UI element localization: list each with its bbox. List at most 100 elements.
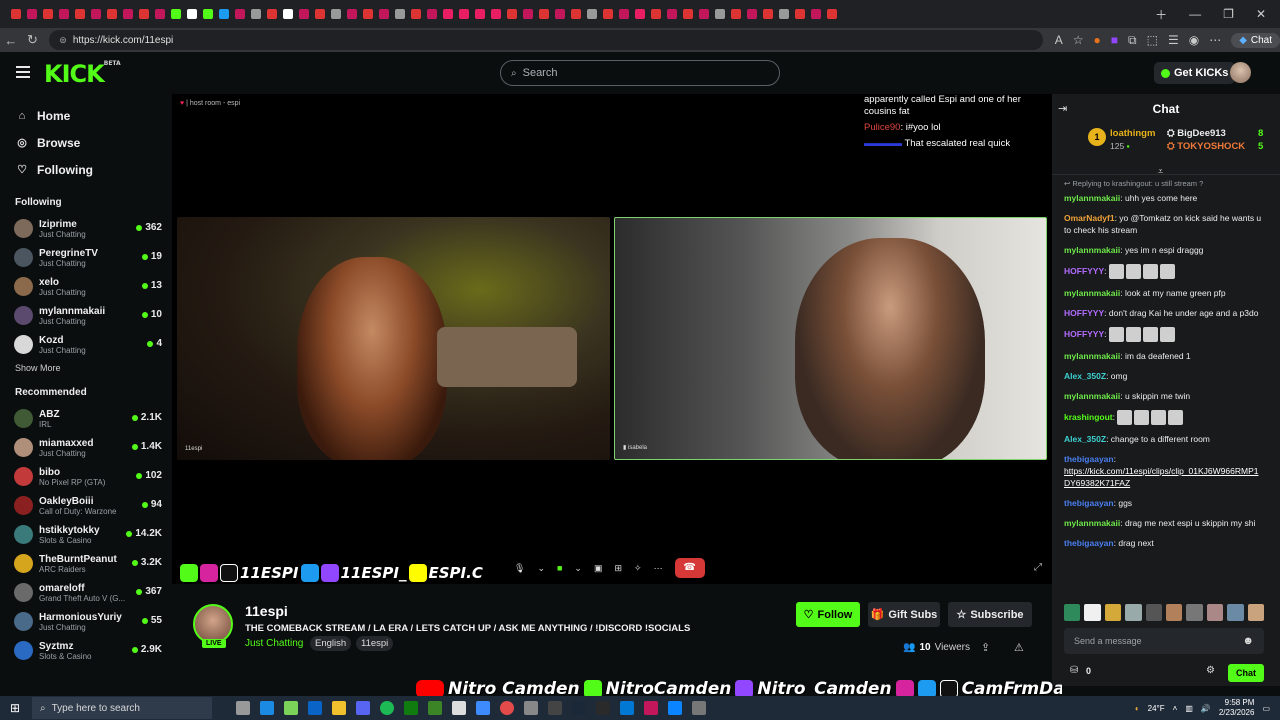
chat-message[interactable]: mylannmakaii: look at my name green pfp	[1064, 287, 1262, 299]
tab-favicon[interactable]	[443, 9, 453, 19]
tab-favicon[interactable]	[123, 9, 133, 19]
chat-message[interactable]: thebigaayan: https://kick.com/11espi/cli…	[1064, 453, 1262, 489]
more-icon[interactable]: ⋯	[1209, 33, 1221, 47]
points-icon[interactable]: ⛁	[1070, 665, 1078, 676]
streamer-name[interactable]: 11espi	[245, 603, 288, 619]
app-icon[interactable]	[620, 701, 634, 715]
maximize-icon[interactable]: ❐	[1223, 7, 1234, 21]
recommended-channel-row[interactable]: bibo No Pixel RP (GTA) 102	[0, 462, 172, 491]
chat-message[interactable]: HOFFYYY: don't drag Kai he under age and…	[1064, 307, 1262, 319]
chat-input[interactable]: Send a message ☻	[1064, 628, 1264, 654]
notepad-icon[interactable]	[452, 701, 466, 715]
emote-icon[interactable]	[1166, 604, 1183, 621]
tab-favicon[interactable]	[187, 9, 197, 19]
tray-chevron-icon[interactable]: ˄	[1173, 704, 1178, 713]
chat-message[interactable]: krashingout:	[1064, 410, 1262, 425]
tab-favicon[interactable]	[763, 9, 773, 19]
show-more-link[interactable]: Show More	[0, 363, 172, 373]
tab-favicon[interactable]	[571, 9, 581, 19]
tab-favicon[interactable]	[171, 9, 181, 19]
tab-favicon[interactable]	[699, 9, 709, 19]
app-icon[interactable]	[692, 701, 706, 715]
following-channel-row[interactable]: xelo Just Chatting 13	[0, 272, 172, 301]
tab-favicon[interactable]	[155, 9, 165, 19]
recommended-channel-row[interactable]: miamaxxed Just Chatting 1.4K	[0, 433, 172, 462]
leader-name[interactable]: loathingm	[1110, 128, 1155, 139]
spotify-icon[interactable]	[380, 701, 394, 715]
chat-username[interactable]: mylannmakaii	[1064, 351, 1120, 361]
chat-message[interactable]: mylannmakaii: drag me next espi u skippi…	[1064, 517, 1262, 529]
chat-username[interactable]: Alex_350Z	[1064, 371, 1106, 381]
tab-favicon[interactable]	[299, 9, 309, 19]
chat-username[interactable]: HOFFYYY	[1064, 266, 1104, 276]
chat-username[interactable]: OmarNadyf1	[1064, 213, 1115, 223]
tab-favicon[interactable]	[59, 9, 69, 19]
file-explorer-icon[interactable]	[332, 701, 346, 715]
tab-favicon[interactable]	[523, 9, 533, 19]
tab-favicon[interactable]	[219, 9, 229, 19]
chat-message[interactable]: thebigaayan: ggs	[1064, 497, 1262, 509]
camera-tile-11espi[interactable]: 11espi	[177, 217, 610, 460]
app-icon[interactable]	[524, 701, 538, 715]
stream-category-link[interactable]: Just Chatting	[245, 638, 303, 649]
chat-message[interactable]: mylannmakaii: yes im n espi draggg	[1064, 244, 1262, 256]
tab-favicon[interactable]	[283, 9, 293, 19]
minimize-icon[interactable]: —	[1189, 7, 1201, 21]
tab-favicon[interactable]	[331, 9, 341, 19]
tab-favicon[interactable]	[27, 9, 37, 19]
chat-username[interactable]: mylannmakaii	[1064, 391, 1120, 401]
tab-favicon[interactable]	[459, 9, 469, 19]
tab-favicon[interactable]	[11, 9, 21, 19]
back-icon[interactable]: ←	[0, 33, 22, 48]
tab-favicon[interactable]	[635, 9, 645, 19]
tag-11espi[interactable]: 11espi	[356, 636, 394, 651]
gifter-row[interactable]: ⛭ TOKYOSHOCK	[1167, 141, 1245, 152]
tab-favicon[interactable]	[651, 9, 661, 19]
recommended-channel-row[interactable]: OakleyBoiii Call of Duty: Warzone 94	[0, 491, 172, 520]
tab-favicon[interactable]	[555, 9, 565, 19]
windows-start-icon[interactable]: ⊞	[10, 701, 20, 715]
extension-icon[interactable]: ⧉	[1128, 33, 1137, 48]
chat-message[interactable]: Alex_350Z: omg	[1064, 370, 1262, 382]
chat-message[interactable]: mylannmakaii: uhh yes come here	[1064, 192, 1262, 204]
tab-favicon[interactable]	[683, 9, 693, 19]
discord-icon[interactable]	[356, 701, 370, 715]
browser-tab-strip[interactable]	[0, 0, 1280, 28]
tab-favicon[interactable]	[475, 9, 485, 19]
opera-icon[interactable]	[500, 701, 514, 715]
reload-icon[interactable]: ↻	[22, 32, 44, 48]
tab-favicon[interactable]	[43, 9, 53, 19]
recommended-channel-row[interactable]: TheBurntPeanut ARC Raiders 3.2K	[0, 549, 172, 578]
get-kicks-button[interactable]: Get KICKs	[1154, 62, 1236, 84]
camera-icon[interactable]: ■	[557, 563, 562, 573]
tab-favicon[interactable]	[491, 9, 501, 19]
chat-message[interactable]: mylannmakaii: im da deafened 1	[1064, 350, 1262, 362]
chat-username[interactable]: mylannmakaii	[1064, 518, 1120, 528]
copilot-chat-button[interactable]: ◆ Chat	[1231, 32, 1280, 48]
effects-icon[interactable]: ✧	[634, 563, 642, 574]
search-input[interactable]: ⌕ Search	[500, 60, 780, 86]
emoji-picker-icon[interactable]: ☻	[1242, 635, 1254, 647]
task-view-icon[interactable]	[236, 701, 250, 715]
site-info-icon[interactable]: ⊜	[59, 35, 67, 46]
gifter-row[interactable]: ⛭ BigDee913	[1167, 128, 1226, 139]
chat-username[interactable]: mylannmakaii	[1064, 288, 1120, 298]
edge-icon[interactable]	[260, 701, 274, 715]
emote-icon[interactable]	[1247, 604, 1265, 621]
chat-message[interactable]: HOFFYYY:	[1064, 264, 1262, 279]
app-icon[interactable]	[476, 701, 490, 715]
chat-username[interactable]: thebigaayan	[1064, 498, 1114, 508]
tab-favicon[interactable]	[267, 9, 277, 19]
tab-favicon[interactable]	[507, 9, 517, 19]
microphone-icon[interactable]: 🎙	[514, 563, 525, 574]
steam-icon[interactable]	[572, 701, 586, 715]
chat-message[interactable]: Alex_350Z: change to a different room	[1064, 433, 1262, 445]
tab-favicon[interactable]	[379, 9, 389, 19]
emote-icon[interactable]	[1084, 604, 1101, 621]
tab-favicon[interactable]	[811, 9, 821, 19]
tab-favicon[interactable]	[139, 9, 149, 19]
tab-favicon[interactable]	[75, 9, 85, 19]
emote-icon[interactable]	[1186, 604, 1203, 621]
emote-icon[interactable]	[1227, 604, 1244, 621]
tab-favicon[interactable]	[235, 9, 245, 19]
